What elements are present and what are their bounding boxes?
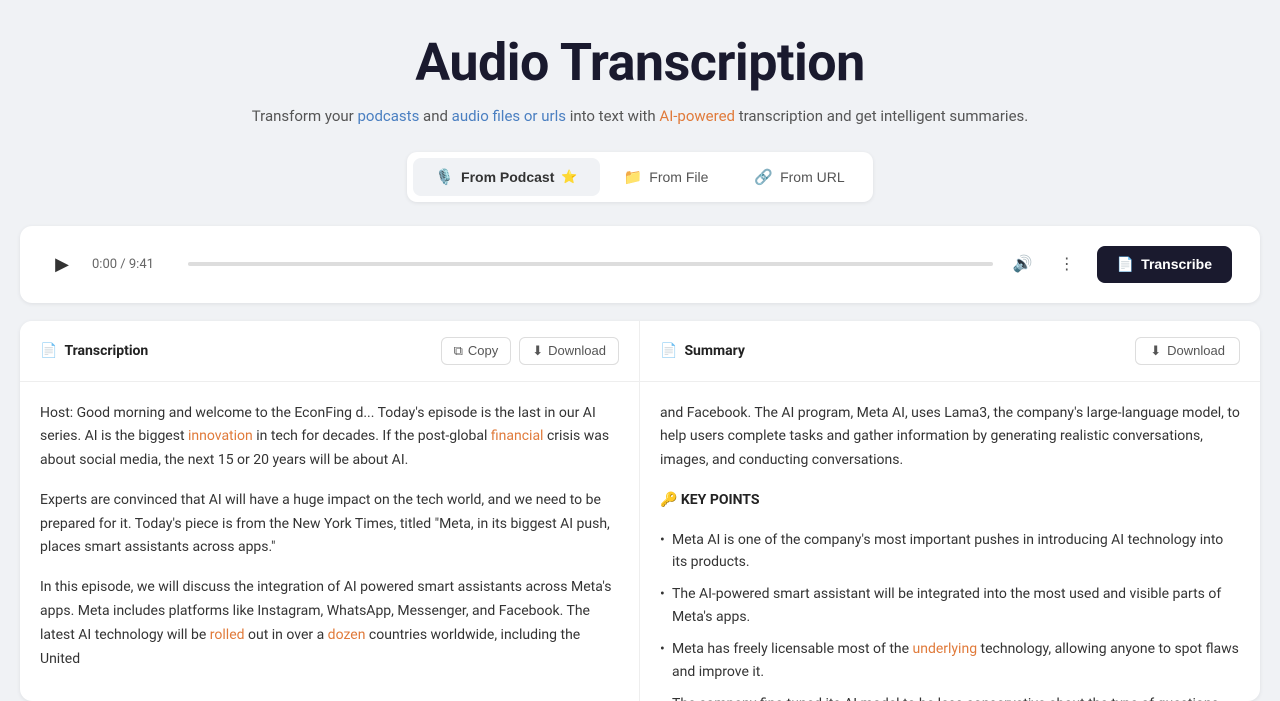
summary-header: 📄 Summary ⬇ Download [640, 321, 1260, 382]
tab-url[interactable]: 🔗 From URL [732, 158, 866, 196]
play-button[interactable]: ▶ [48, 250, 76, 278]
key-point-3: Meta has freely licensable most of the u… [660, 638, 1240, 683]
transcribe-button[interactable]: 📄 Transcribe [1097, 246, 1232, 283]
summary-title: 📄 Summary [660, 343, 745, 359]
summary-download-button[interactable]: ⬇ Download [1135, 337, 1240, 365]
innovation-link[interactable]: innovation [188, 428, 253, 444]
url-tab-icon: 🔗 [754, 168, 773, 186]
tab-bar: 🎙️ From Podcast ⭐ 📁 From File 🔗 From URL [407, 152, 872, 202]
subtitle: Transform your podcasts and audio files … [20, 105, 1260, 128]
subtitle-mid1: and [419, 107, 451, 125]
audio-files-link[interactable]: audio files or urls [452, 107, 566, 125]
transcription-download-button[interactable]: ⬇ Download [519, 337, 619, 365]
more-icon: ⋮ [1059, 254, 1075, 274]
underlying-link[interactable]: underlying [913, 641, 978, 657]
download-icon: ⬇ [532, 343, 543, 359]
dozen-link[interactable]: dozen [328, 627, 366, 643]
star-icon: ⭐ [561, 169, 577, 185]
volume-button[interactable]: 🔊 [1009, 250, 1037, 278]
summary-doc-icon: 📄 [660, 343, 677, 359]
page-header: Audio Transcription Transform your podca… [20, 32, 1260, 128]
more-options-button[interactable]: ⋮ [1053, 250, 1081, 278]
summary-download-icon: ⬇ [1150, 343, 1161, 359]
tab-podcast-label: From Podcast [461, 169, 554, 185]
copy-icon: ⧉ [454, 343, 463, 359]
podcasts-link[interactable]: podcasts [357, 107, 419, 125]
subtitle-mid2: into text with [566, 107, 659, 125]
key-point-4: The company fine-tuned its AI model to b… [660, 693, 1240, 700]
summary-actions: ⬇ Download [1135, 337, 1240, 365]
audio-player: ▶ 0:00 / 9:41 🔊 ⋮ 📄 Transcribe [20, 226, 1260, 303]
summary-panel: 📄 Summary ⬇ Download and Facebook. The A… [640, 321, 1260, 701]
tab-podcast[interactable]: 🎙️ From Podcast ⭐ [413, 158, 599, 196]
key-point-1: Meta AI is one of the company's most imp… [660, 529, 1240, 574]
key-points-title: 🔑 KEY POINTS [660, 489, 1240, 513]
subtitle-prefix: Transform your [252, 107, 358, 125]
progress-bar[interactable] [188, 262, 993, 266]
tabs-container: 🎙️ From Podcast ⭐ 📁 From File 🔗 From URL [20, 152, 1260, 202]
transcribe-label: Transcribe [1141, 256, 1212, 272]
key-points-list: Meta AI is one of the company's most imp… [660, 529, 1240, 701]
file-tab-icon: 📁 [624, 168, 643, 186]
transcription-title: 📄 Transcription [40, 343, 148, 359]
transcription-para-1: Host: Good morning and welcome to the Ec… [40, 402, 619, 473]
summary-intro: and Facebook. The AI program, Meta AI, u… [660, 402, 1240, 473]
ai-powered-link[interactable]: AI-powered [659, 107, 735, 125]
podcast-icon: 🎙️ [435, 168, 454, 186]
transcription-content: Host: Good morning and welcome to the Ec… [20, 382, 639, 701]
financial-link[interactable]: financial [491, 428, 544, 444]
page-title: Audio Transcription [20, 32, 1260, 93]
copy-button[interactable]: ⧉ Copy [441, 337, 512, 365]
tab-url-label: From URL [780, 169, 845, 185]
volume-icon: 🔊 [1013, 254, 1033, 274]
transcription-panel: 📄 Transcription ⧉ Copy ⬇ Download Hos [20, 321, 640, 701]
content-grid: 📄 Transcription ⧉ Copy ⬇ Download Hos [20, 321, 1260, 701]
play-icon: ▶ [55, 254, 69, 275]
transcribe-icon: 📄 [1117, 256, 1134, 273]
tab-file-label: From File [649, 169, 708, 185]
transcription-para-2: Experts are convinced that AI will have … [40, 489, 619, 560]
rolled-link[interactable]: rolled [210, 627, 245, 643]
key-point-2: The AI-powered smart assistant will be i… [660, 583, 1240, 628]
transcription-header: 📄 Transcription ⧉ Copy ⬇ Download [20, 321, 639, 382]
transcription-para-3: In this episode, we will discuss the int… [40, 576, 619, 671]
subtitle-suffix: transcription and get intelligent summar… [735, 107, 1028, 125]
transcription-actions: ⧉ Copy ⬇ Download [441, 337, 619, 365]
summary-content: and Facebook. The AI program, Meta AI, u… [640, 382, 1260, 701]
transcription-doc-icon: 📄 [40, 343, 57, 359]
tab-file[interactable]: 📁 From File [602, 158, 731, 196]
time-display: 0:00 / 9:41 [92, 257, 172, 272]
